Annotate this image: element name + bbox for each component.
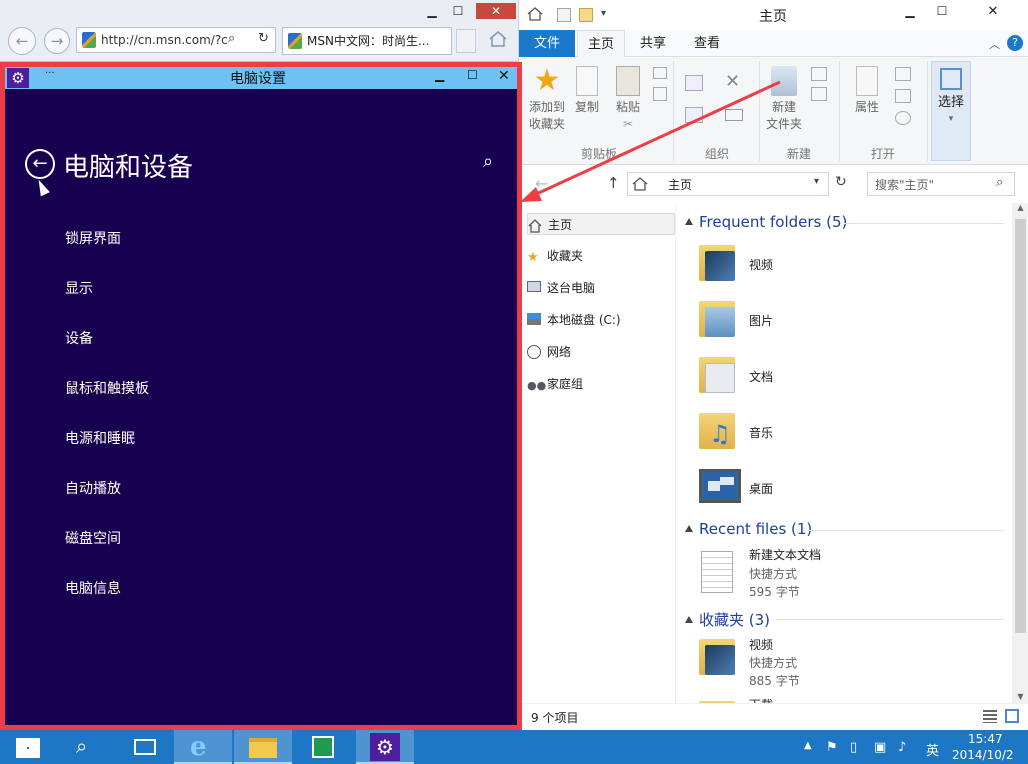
minimize-button[interactable]: ▁ — [435, 68, 444, 82]
pc-settings-window: ⚙ ··· 电脑设置 ▁ ☐ ✕ ← 电脑和设备 ⌕ 锁屏界面 显示 设备 鼠标… — [0, 62, 522, 730]
msn-favicon — [82, 32, 96, 48]
clock-date[interactable]: 2014/10/2 — [952, 748, 1014, 762]
gear-icon: ⚙ — [370, 733, 400, 761]
windows-logo-icon — [16, 738, 40, 758]
menu-item-disk-space[interactable]: 磁盘空间 — [65, 528, 121, 548]
volume-icon[interactable]: ♪ — [898, 740, 906, 755]
tab-title: MSN中文网：时尚生... — [307, 34, 430, 48]
internet-explorer-icon: e — [190, 732, 207, 762]
minimize-button[interactable]: ▁ — [420, 3, 444, 19]
start-button[interactable] — [0, 730, 58, 764]
back-icon[interactable]: ← — [8, 27, 36, 55]
search-icon: ⌕ — [76, 734, 88, 758]
taskbar-ie[interactable]: e — [174, 730, 232, 764]
refresh-icon[interactable]: ↻ — [258, 31, 269, 46]
taskbar: ⌕ e ⚙ ▲ ⚑ ▯ ▣ ♪ 英 15:47 2014/10/2 — [0, 730, 1028, 764]
menu-item-mouse-touchpad[interactable]: 鼠标和触摸板 — [65, 378, 149, 398]
action-center-flag-icon[interactable]: ⚑ — [826, 740, 838, 755]
page-title: 电脑和设备 — [63, 153, 194, 183]
file-explorer-icon — [249, 738, 277, 758]
task-view-button[interactable] — [116, 730, 174, 764]
close-button[interactable]: ✕ — [498, 68, 510, 84]
gear-icon: ⚙ — [7, 68, 29, 88]
close-button[interactable]: ✕ — [476, 3, 516, 19]
home-icon[interactable] — [488, 30, 508, 48]
menu-item-power-sleep[interactable]: 电源和睡眠 — [65, 428, 135, 448]
show-hidden-icons-icon[interactable]: ▲ — [804, 740, 812, 751]
maximize-button[interactable]: ☐ — [446, 3, 470, 19]
address-input[interactable]: http://cn.msn.com/?c — [76, 27, 276, 53]
search-icon[interactable]: ⌕ — [483, 151, 493, 172]
network-icon[interactable]: ▣ — [874, 740, 886, 755]
menu-item-autoplay[interactable]: 自动播放 — [65, 478, 121, 498]
ime-indicator[interactable]: 英 — [926, 740, 939, 759]
new-tab-button[interactable] — [456, 29, 476, 53]
taskbar-pc-settings[interactable]: ⚙ — [356, 730, 414, 764]
power-icon[interactable]: ▯ — [850, 740, 857, 755]
back-button[interactable]: ← — [25, 149, 55, 179]
msn-favicon — [288, 33, 302, 49]
browser-window: ▁ ☐ ✕ ← → http://cn.msn.com/?c ⌕ ↻ MSN中文… — [0, 0, 518, 62]
settings-titlebar: ⚙ ··· 电脑设置 ▁ ☐ ✕ — [5, 67, 517, 89]
menu-item-display[interactable]: 显示 — [65, 278, 93, 298]
window-title: 电脑设置 — [230, 71, 286, 87]
menu-item-devices[interactable]: 设备 — [65, 328, 93, 348]
clock-time[interactable]: 15:47 — [968, 732, 1003, 746]
address-text: http://cn.msn.com/?c — [101, 33, 228, 47]
menu-item-lock-screen[interactable]: 锁屏界面 — [65, 228, 121, 248]
app-menu-button[interactable]: ··· — [45, 68, 55, 79]
task-view-icon — [134, 739, 156, 755]
search-taskbar-button[interactable]: ⌕ — [58, 730, 116, 764]
search-icon[interactable]: ⌕ — [228, 31, 235, 46]
browser-tab[interactable]: MSN中文网：时尚生... — [282, 27, 452, 55]
menu-item-pc-info[interactable]: 电脑信息 — [65, 578, 121, 598]
maximize-button[interactable]: ☐ — [467, 68, 478, 82]
forward-icon[interactable]: → — [44, 28, 70, 54]
taskbar-file-explorer[interactable] — [234, 730, 292, 764]
store-icon — [312, 736, 334, 758]
mouse-cursor — [34, 177, 50, 197]
taskbar-store[interactable] — [294, 730, 352, 764]
